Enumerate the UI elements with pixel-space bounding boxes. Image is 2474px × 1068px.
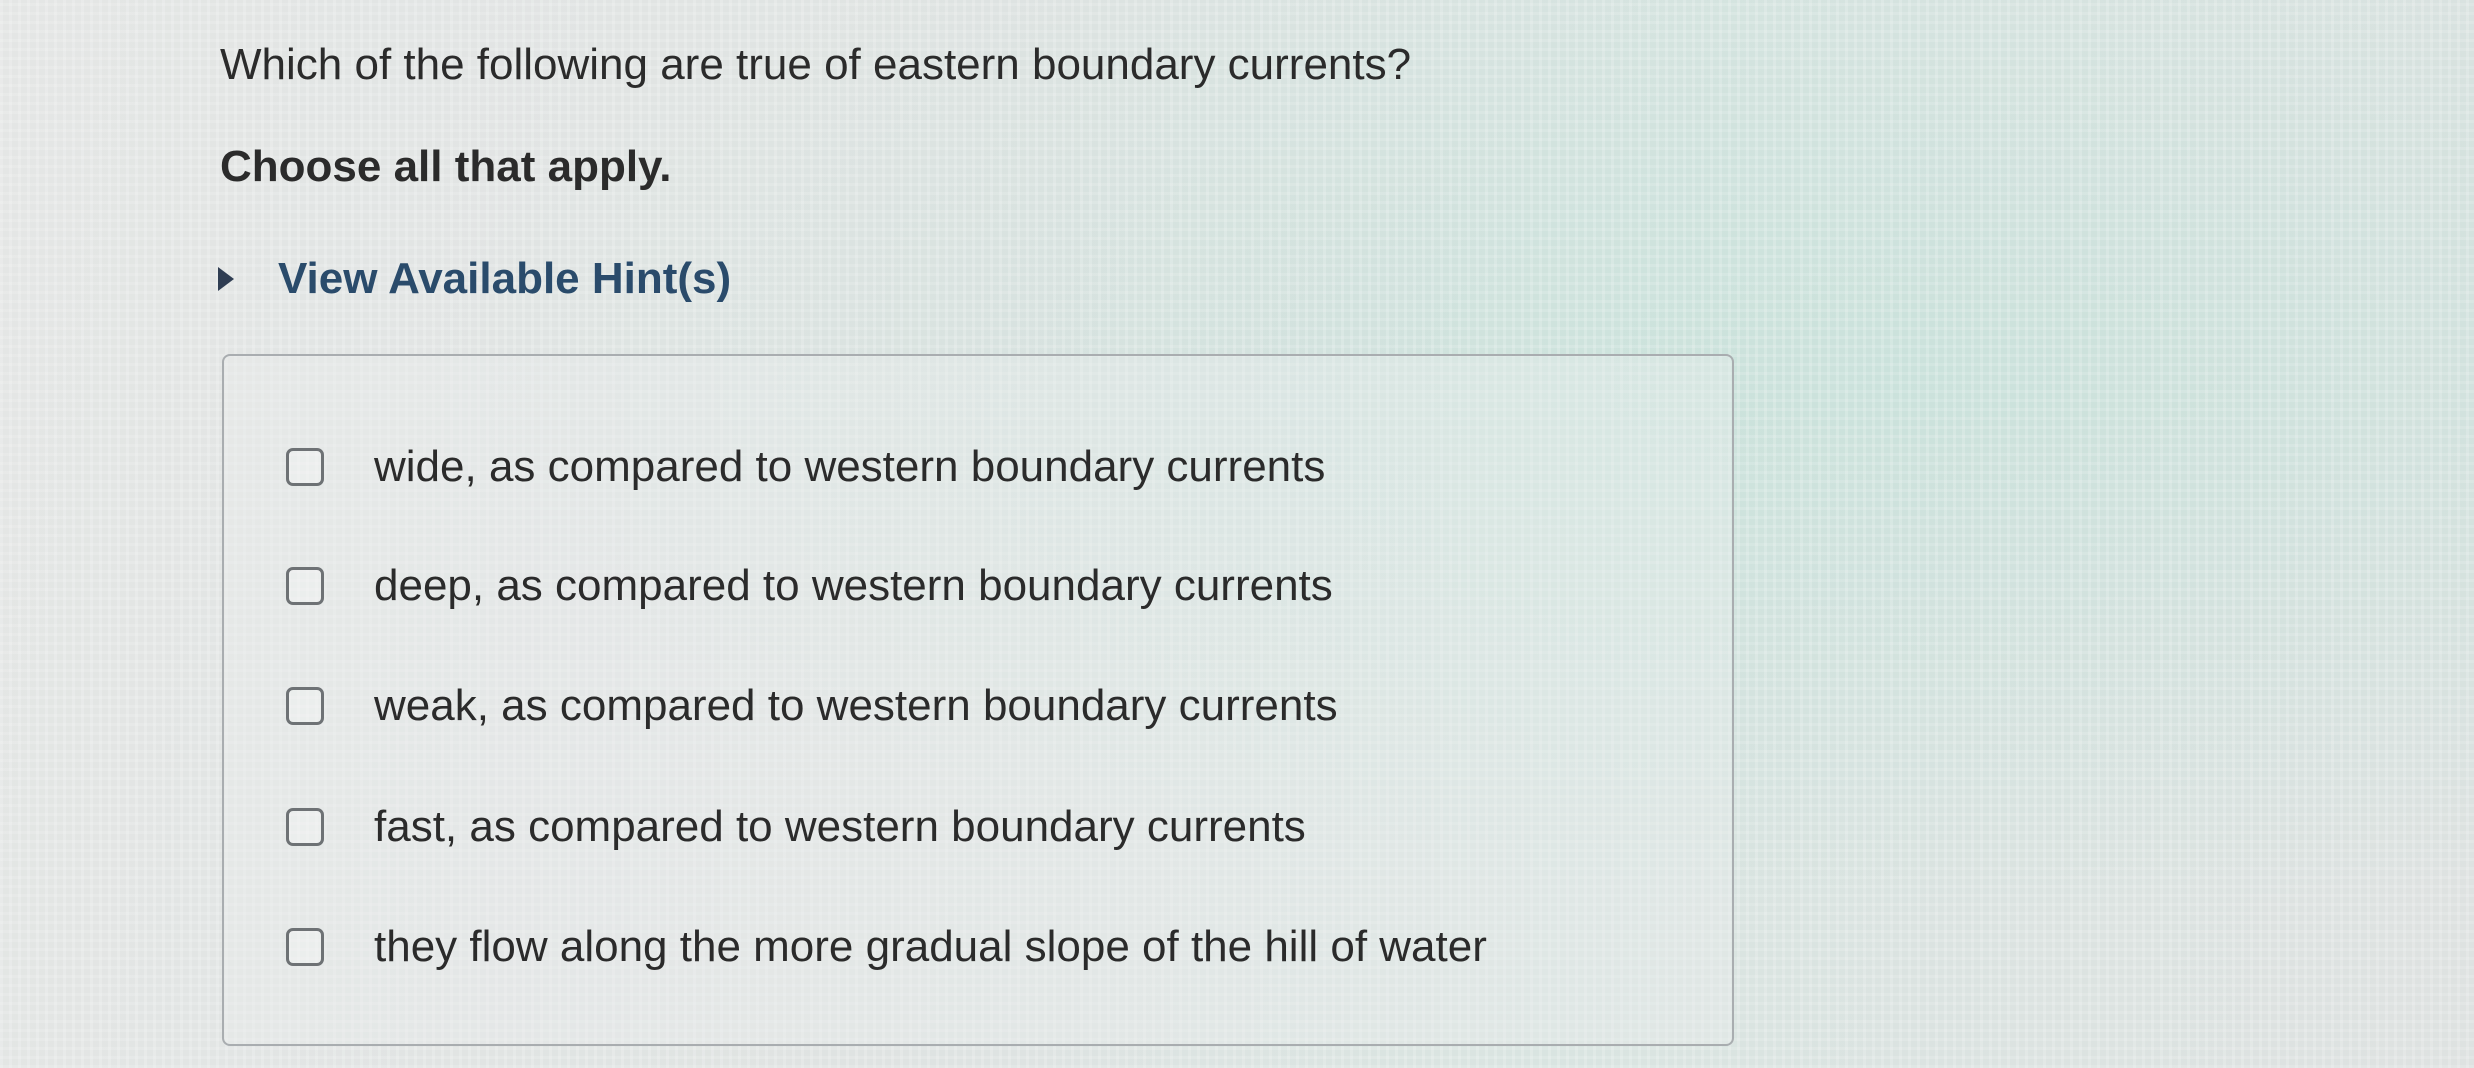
view-hints-label: View Available Hint(s) — [278, 254, 732, 303]
triangle-right-icon — [218, 267, 234, 291]
answer-option-label: weak, as compared to western boundary cu… — [374, 681, 1338, 730]
answer-option-label: they flow along the more gradual slope o… — [374, 922, 1487, 971]
answer-option[interactable]: fast, as compared to western boundary cu… — [286, 802, 1306, 852]
answer-option[interactable]: deep, as compared to western boundary cu… — [286, 561, 1333, 611]
answer-option-label: deep, as compared to western boundary cu… — [374, 561, 1333, 610]
answer-option[interactable]: weak, as compared to western boundary cu… — [286, 681, 1338, 731]
checkbox[interactable] — [286, 567, 324, 605]
checkbox[interactable] — [286, 928, 324, 966]
question-panel: Which of the following are true of easte… — [0, 0, 2474, 1068]
answer-option[interactable]: they flow along the more gradual slope o… — [286, 922, 1487, 972]
instruction-text: Choose all that apply. — [220, 142, 672, 191]
checkbox[interactable] — [286, 448, 324, 486]
checkbox[interactable] — [286, 808, 324, 846]
answer-option[interactable]: wide, as compared to western boundary cu… — [286, 442, 1325, 492]
checkbox[interactable] — [286, 687, 324, 725]
question-text: Which of the following are true of easte… — [220, 40, 1412, 89]
answer-option-label: wide, as compared to western boundary cu… — [374, 442, 1326, 491]
answer-option-label: fast, as compared to western boundary cu… — [374, 802, 1306, 851]
view-hints-toggle[interactable]: View Available Hint(s) — [218, 254, 731, 304]
answer-options-box: wide, as compared to western boundary cu… — [222, 354, 1734, 1046]
